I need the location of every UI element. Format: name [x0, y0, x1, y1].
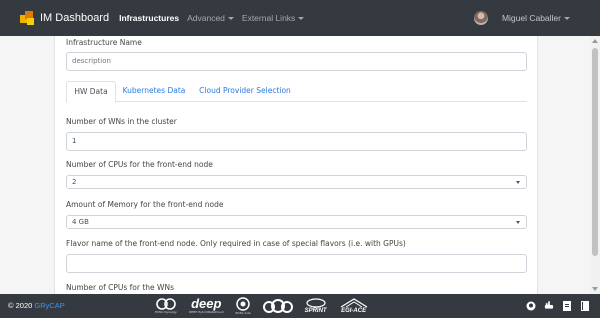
nav-external-links-dropdown[interactable]: External Links: [241, 13, 305, 23]
frontend-flavor-label: Flavor name of the front-end node. Only …: [66, 239, 406, 248]
wn-cpus-label: Number of CPUs for the WNs: [66, 283, 174, 292]
tab-hw-data[interactable]: HW Data: [66, 81, 116, 103]
partner-logos: EOSC-Synergy deep DEEP HybridDataCloud E…: [155, 296, 381, 316]
eosc-synergy-icon: [156, 298, 176, 310]
sprint-logo[interactable]: SPRINT: [305, 298, 327, 314]
num-wns-label: Number of WNs in the cluster: [66, 117, 177, 126]
scroll-down-arrow-icon[interactable]: [592, 287, 598, 291]
deep-caption: DEEP HybridDataCloud: [189, 310, 224, 314]
caret-down-icon: [298, 16, 305, 20]
github-icon[interactable]: [526, 300, 536, 311]
eosc-hub-icon: [236, 297, 250, 311]
form-tabs: HW Data Kubernetes Data Cloud Provider S…: [66, 81, 527, 103]
ign-cloud-logo[interactable]: [262, 298, 293, 314]
infra-name-input[interactable]: description: [66, 52, 527, 71]
deep-wordmark: deep: [191, 296, 222, 311]
scroll-up-arrow-icon[interactable]: [592, 39, 598, 43]
ign-cloud-icon: [262, 299, 293, 313]
eosc-hub-caption: EOSC-hub: [235, 311, 251, 315]
tab-kubernetes-data[interactable]: Kubernetes Data: [119, 81, 189, 102]
scrollbar-thumb[interactable]: [592, 48, 598, 256]
main-nav: Infrastructures Advanced External Links: [119, 13, 312, 23]
select-caret-icon: [516, 181, 520, 184]
sprint-wordmark: SPRINT: [304, 308, 327, 314]
eosc-synergy-logo[interactable]: EOSC-Synergy: [155, 298, 177, 314]
brand-link[interactable]: IM Dashboard: [20, 11, 109, 25]
sprint-icon: [305, 298, 326, 308]
user-menu[interactable]: Miguel Caballer: [473, 0, 570, 36]
caret-down-icon: [227, 16, 234, 20]
footer-copyright: © 2020 GRyCAP: [8, 301, 65, 310]
nav-infrastructures[interactable]: Infrastructures: [119, 13, 179, 23]
frontend-cpus-value: 2: [72, 178, 77, 186]
nav-infrastructures-label: Infrastructures: [119, 13, 180, 23]
tab-cloud-provider-selection[interactable]: Cloud Provider Selection: [192, 81, 298, 102]
copyright-text: © 2020: [8, 301, 33, 310]
select-caret-icon: [516, 221, 520, 224]
frontend-memory-select[interactable]: 4 GB: [66, 215, 527, 229]
frontend-cpus-label: Number of CPUs for the front-end node: [66, 160, 213, 169]
top-navbar: IM Dashboard Infrastructures Advanced Ex…: [0, 0, 600, 36]
nav-external-links-label: External Links: [241, 13, 296, 23]
document-icon[interactable]: [562, 300, 572, 311]
footer-icons: [518, 300, 590, 311]
frontend-cpus-select[interactable]: 2: [66, 175, 527, 189]
egi-ace-icon: [340, 298, 367, 308]
frontend-memory-value: 4 GB: [72, 218, 89, 226]
avatar: [473, 11, 488, 25]
caret-down-icon: [564, 16, 570, 20]
egi-ace-wordmark: EGI-ACE: [341, 308, 367, 314]
im-logo-icon: [20, 11, 34, 25]
nav-advanced-dropdown[interactable]: Advanced: [187, 13, 234, 23]
page-scrollbar[interactable]: [590, 36, 600, 294]
egi-ace-logo[interactable]: EGI-ACE: [339, 298, 369, 314]
brand-title: IM Dashboard: [40, 12, 110, 24]
infra-name-label: Infrastructure Name: [66, 38, 142, 47]
frontend-memory-label: Amount of Memory for the front-end node: [66, 200, 224, 209]
nav-advanced-label: Advanced: [187, 13, 225, 23]
eosc-synergy-caption: EOSC-Synergy: [155, 310, 177, 314]
deep-logo[interactable]: deep DEEP HybridDataCloud: [189, 296, 224, 314]
eosc-hub-logo[interactable]: EOSC-hub: [236, 297, 251, 315]
infrastructure-form-card: Infrastructure Name description HW Data …: [54, 36, 538, 294]
user-name-label: Miguel Caballer: [501, 13, 561, 23]
num-wns-input[interactable]: 1: [66, 132, 527, 151]
docker-icon[interactable]: [544, 300, 554, 311]
frontend-flavor-input[interactable]: [66, 254, 527, 273]
grycap-link[interactable]: GRyCAP: [34, 301, 64, 310]
user-name-dropdown: Miguel Caballer: [502, 13, 570, 23]
footer: © 2020 GRyCAP EOSC-Synergy deep DEEP Hyb…: [0, 294, 600, 318]
book-icon[interactable]: [580, 300, 590, 311]
